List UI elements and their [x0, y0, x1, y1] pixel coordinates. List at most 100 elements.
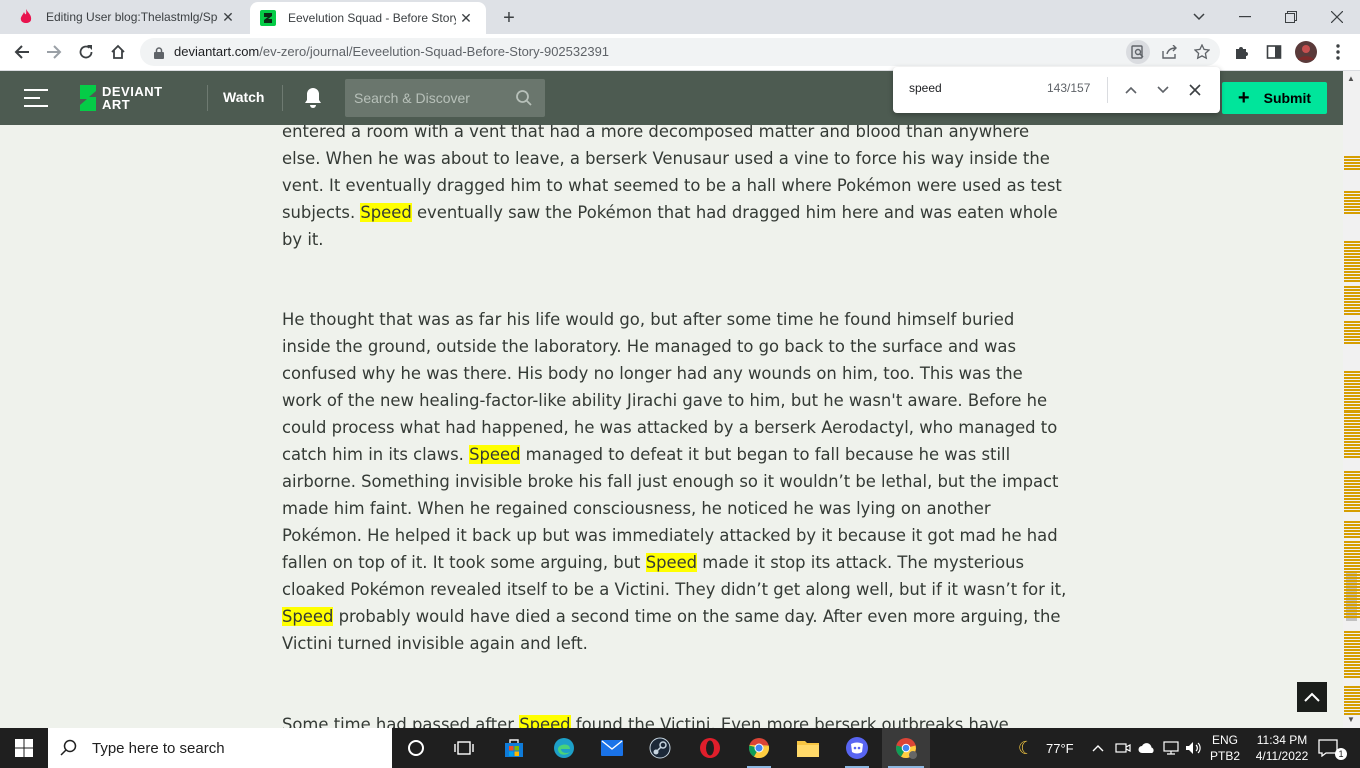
- find-result-marker: [1344, 200, 1360, 202]
- cortana-icon[interactable]: [392, 728, 440, 768]
- new-tab-button[interactable]: +: [497, 6, 521, 30]
- weather-moon-icon[interactable]: ☾: [1016, 738, 1036, 758]
- extensions-puzzle-icon[interactable]: [1228, 38, 1256, 66]
- find-result-marker: [1344, 568, 1360, 570]
- find-separator: [1107, 77, 1108, 103]
- hamburger-menu-icon[interactable]: [24, 89, 48, 107]
- chrome-icon[interactable]: [735, 728, 783, 768]
- mail-icon[interactable]: [588, 728, 636, 768]
- network-icon[interactable]: [1161, 738, 1181, 758]
- find-result-marker: [1344, 580, 1360, 582]
- search-icon[interactable]: [515, 89, 533, 112]
- microsoft-store-icon[interactable]: [490, 728, 538, 768]
- bookmark-star-icon[interactable]: [1190, 40, 1214, 64]
- taskbar-search-placeholder: Type here to search: [92, 739, 225, 757]
- find-result-marker: [1344, 498, 1360, 500]
- lock-icon[interactable]: [154, 46, 164, 64]
- tab-search-icon[interactable]: [1176, 0, 1222, 34]
- find-result-marker: [1344, 673, 1360, 675]
- find-result-marker: [1344, 310, 1360, 312]
- clock-date[interactable]: 4/11/2022: [1248, 749, 1316, 763]
- forward-button[interactable]: [40, 38, 68, 66]
- find-result-marker: [1344, 271, 1360, 273]
- find-result-marker: [1344, 613, 1360, 615]
- meet-now-icon[interactable]: [1113, 738, 1133, 758]
- minimize-button[interactable]: [1222, 0, 1268, 34]
- find-result-marker: [1344, 339, 1360, 341]
- close-window-button[interactable]: [1314, 0, 1360, 34]
- task-view-icon[interactable]: [440, 728, 488, 768]
- submit-label: Submit: [1263, 90, 1312, 106]
- find-result-marker: [1344, 524, 1360, 526]
- weather-temperature[interactable]: 77°F: [1046, 741, 1074, 756]
- address-bar[interactable]: deviantart.com/ev-zero/journal/Eeveeluti…: [140, 38, 1220, 66]
- edge-icon[interactable]: [540, 728, 588, 768]
- find-result-marker: [1344, 610, 1360, 612]
- find-close-icon[interactable]: [1184, 79, 1206, 101]
- article-paragraph: Some time had passed after Speed found t…: [282, 711, 1067, 728]
- home-button[interactable]: [104, 38, 132, 66]
- side-panel-icon[interactable]: [1260, 38, 1288, 66]
- scroll-up-arrow[interactable]: ▲: [1346, 73, 1356, 83]
- find-result-marker: [1344, 386, 1360, 388]
- find-result-marker: [1344, 212, 1360, 214]
- notifications-bell-icon[interactable]: [303, 87, 323, 114]
- back-button[interactable]: [8, 38, 36, 66]
- reload-button[interactable]: [72, 38, 100, 66]
- find-result-marker: [1344, 686, 1360, 688]
- chrome-profile-icon[interactable]: [882, 728, 930, 768]
- deviantart-favicon: [260, 10, 276, 26]
- language-code[interactable]: ENG: [1212, 733, 1238, 747]
- scroll-to-top-button[interactable]: [1297, 682, 1327, 712]
- clock-time[interactable]: 11:34 PM: [1250, 733, 1314, 747]
- site-search-input[interactable]: [345, 79, 513, 117]
- site-search[interactable]: [345, 79, 545, 117]
- find-result-marker: [1344, 441, 1360, 443]
- find-query-input[interactable]: speed: [909, 81, 942, 95]
- tab-editing-blog[interactable]: Editing User blog:Thelastmlg/Spe ✕: [8, 0, 248, 34]
- find-previous-icon[interactable]: [1120, 79, 1142, 101]
- opera-icon[interactable]: [686, 728, 734, 768]
- restore-button[interactable]: [1268, 0, 1314, 34]
- plus-icon: +: [1237, 87, 1250, 109]
- find-in-page-icon[interactable]: [1126, 40, 1150, 64]
- windows-logo-icon: [15, 739, 33, 757]
- find-result-marker: [1344, 333, 1360, 335]
- profile-avatar[interactable]: [1292, 38, 1320, 66]
- find-result-marker: [1344, 268, 1360, 270]
- header-divider: [282, 85, 283, 111]
- find-result-marker: [1344, 450, 1360, 452]
- search-highlight: Speed: [360, 203, 412, 222]
- paragraph-text: Some time had passed after: [282, 715, 520, 728]
- volume-icon[interactable]: [1184, 738, 1204, 758]
- steam-icon[interactable]: [636, 728, 684, 768]
- find-next-icon[interactable]: [1152, 79, 1174, 101]
- close-tab-icon[interactable]: ✕: [218, 7, 238, 27]
- find-result-marker: [1344, 277, 1360, 279]
- tab-eeveelution-squad[interactable]: Eevelution Squad - Before Story ✕: [250, 2, 486, 34]
- share-icon[interactable]: [1158, 40, 1182, 64]
- onedrive-cloud-icon[interactable]: [1137, 738, 1157, 758]
- find-result-marker: [1344, 664, 1360, 666]
- tab-strip: Editing User blog:Thelastmlg/Spe ✕ Eevel…: [0, 0, 1360, 34]
- find-result-marker: [1344, 304, 1360, 306]
- chevron-up-icon[interactable]: [1088, 738, 1108, 758]
- submit-button[interactable]: + Submit: [1222, 82, 1327, 114]
- browser-toolbar: deviantart.com/ev-zero/journal/Eeveeluti…: [0, 34, 1360, 71]
- start-button[interactable]: [0, 728, 48, 768]
- keyboard-layout[interactable]: PTB2: [1210, 749, 1240, 763]
- taskbar-search[interactable]: Type here to search: [48, 728, 392, 768]
- deviantart-logo[interactable]: DEVIANT ART: [78, 83, 178, 113]
- page-scrollbar[interactable]: ▲ ▼: [1343, 71, 1360, 728]
- chrome-menu-icon[interactable]: [1324, 38, 1352, 66]
- discord-chrome-app-icon[interactable]: [833, 728, 881, 768]
- find-result-marker: [1344, 447, 1360, 449]
- watch-link[interactable]: Watch: [223, 89, 264, 105]
- tab-title: Editing User blog:Thelastmlg/Spe: [46, 10, 218, 24]
- find-result-marker: [1344, 689, 1360, 691]
- scroll-down-arrow[interactable]: ▼: [1346, 714, 1356, 724]
- find-result-marker: [1344, 244, 1360, 246]
- file-explorer-icon[interactable]: [784, 728, 832, 768]
- find-result-marker: [1344, 295, 1360, 297]
- close-tab-icon[interactable]: ✕: [456, 8, 476, 28]
